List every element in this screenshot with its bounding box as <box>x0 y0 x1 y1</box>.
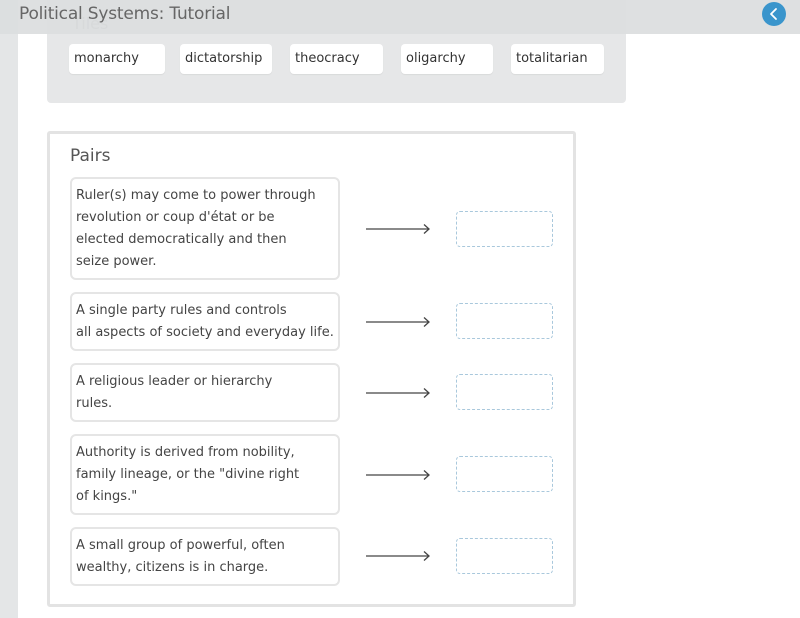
tile-totalitarian[interactable]: totalitarian <box>511 44 604 74</box>
left-sidebar-strip <box>0 0 18 618</box>
drop-target-4[interactable] <box>456 456 553 492</box>
header-bar: Political Systems: Tutorial <box>0 0 800 34</box>
page-title: Political Systems: Tutorial <box>19 4 231 24</box>
pair-description-2: A single party rules and controls all as… <box>70 292 340 351</box>
drop-target-3[interactable] <box>456 374 553 410</box>
arrow-right-icon <box>366 317 430 327</box>
tile-oligarchy[interactable]: oligarchy <box>401 44 493 74</box>
pair-description-1: Ruler(s) may come to power through revol… <box>70 177 340 280</box>
pair-description-5: A small group of powerful, often wealthy… <box>70 527 340 586</box>
back-button[interactable] <box>762 2 786 26</box>
pair-description-3: A religious leader or hierarchy rules. <box>70 363 340 422</box>
drop-target-5[interactable] <box>456 538 553 574</box>
arrow-right-icon <box>366 551 430 561</box>
pair-description-4: Authority is derived from nobility, fami… <box>70 434 340 515</box>
drop-target-2[interactable] <box>456 303 553 339</box>
arrow-right-icon <box>366 470 430 480</box>
chevron-left-icon <box>770 8 777 20</box>
drop-target-1[interactable] <box>456 211 553 247</box>
arrow-right-icon <box>366 224 430 234</box>
tile-monarchy[interactable]: monarchy <box>69 44 165 74</box>
tile-dictatorship[interactable]: dictatorship <box>180 44 272 74</box>
tile-theocracy[interactable]: theocracy <box>290 44 383 74</box>
arrow-right-icon <box>366 388 430 398</box>
pairs-title: Pairs <box>70 146 111 166</box>
pairs-panel: Pairs Ruler(s) may come to power through… <box>47 131 576 607</box>
